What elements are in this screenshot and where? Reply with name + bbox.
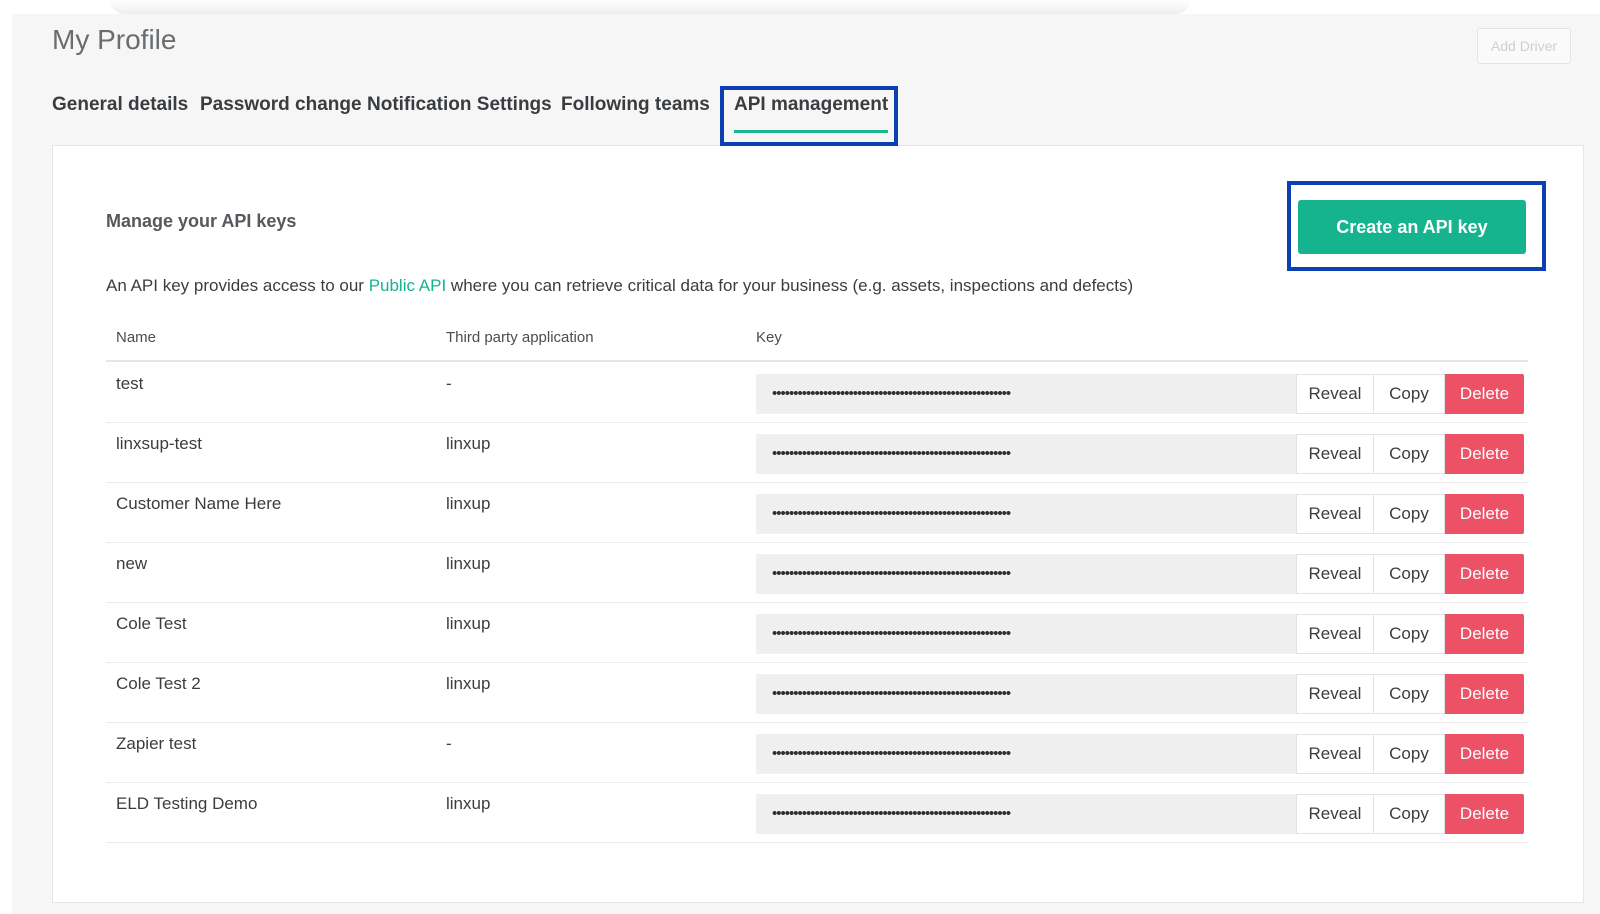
row-third-party-app: - (446, 374, 452, 393)
table-row: Cole Test 2 linxup •••••••••••••••••••••••… (106, 662, 1528, 723)
copy-button[interactable]: Copy (1373, 374, 1445, 414)
delete-button[interactable]: Delete (1445, 734, 1524, 774)
copy-button[interactable]: Copy (1373, 434, 1445, 474)
row-third-party-app: linxup (446, 554, 491, 573)
table-row: new linxup •••••••••••••••••••••••••••••••… (106, 542, 1528, 603)
delete-button[interactable]: Delete (1445, 374, 1524, 414)
page-title: My Profile (52, 24, 177, 55)
tab-notification-settings[interactable]: Notification Settings (367, 94, 552, 116)
row-third-party-app: linxup (446, 674, 491, 693)
table-row: linxsup-test linxup ••••••••••••••••••••••… (106, 422, 1528, 483)
masked-key-field: ••••••••••••••••••••••••••••••••••••••••… (756, 674, 1296, 714)
row-name: Customer Name Here (116, 494, 282, 513)
row-name: linxsup-test (116, 434, 202, 453)
table-row: Customer Name Here linxup ••••••••••••••••… (106, 482, 1528, 543)
row-third-party-app: linxup (446, 614, 491, 633)
row-name: Cole Test (116, 614, 187, 633)
top-shadow (110, 0, 1190, 14)
public-api-link[interactable]: Public API (369, 276, 447, 295)
copy-button[interactable]: Copy (1373, 554, 1445, 594)
copy-button[interactable]: Copy (1373, 794, 1445, 834)
api-description: An API key provides access to our Public… (106, 276, 1133, 296)
tab-following-teams[interactable]: Following teams (561, 94, 710, 116)
description-suffix: where you can retrieve critical data for… (446, 276, 1134, 295)
row-third-party-app: linxup (446, 794, 491, 813)
row-name: Zapier test (116, 734, 197, 753)
reveal-button[interactable]: Reveal (1296, 794, 1374, 834)
tab-general-details[interactable]: General details (52, 94, 188, 116)
masked-key-field: ••••••••••••••••••••••••••••••••••••••••… (756, 494, 1296, 534)
copy-button[interactable]: Copy (1373, 494, 1445, 534)
highlight-box-tab (720, 86, 898, 146)
table-row: test - •••••••••••••••••••••••••••••••••••… (106, 362, 1528, 423)
row-third-party-app: linxup (446, 434, 491, 453)
row-name: test (116, 374, 144, 393)
column-header-name: Name (116, 329, 157, 346)
copy-button[interactable]: Copy (1373, 734, 1445, 774)
reveal-button[interactable]: Reveal (1296, 494, 1374, 534)
table-row: Zapier test - ••••••••••••••••••••••••••••… (106, 722, 1528, 783)
table-row: Cole Test linxup •••••••••••••••••••••••••… (106, 602, 1528, 663)
tab-password-change[interactable]: Password change (200, 94, 362, 116)
masked-key-field: ••••••••••••••••••••••••••••••••••••••••… (756, 614, 1296, 654)
column-header-third-party: Third party application (446, 329, 594, 346)
copy-button[interactable]: Copy (1373, 674, 1445, 714)
add-driver-button[interactable]: Add Driver (1477, 28, 1571, 64)
section-title: Manage your API keys (106, 211, 297, 231)
reveal-button[interactable]: Reveal (1296, 734, 1374, 774)
reveal-button[interactable]: Reveal (1296, 554, 1374, 594)
delete-button[interactable]: Delete (1445, 614, 1524, 654)
highlight-box-create-button (1287, 181, 1546, 271)
masked-key-field: ••••••••••••••••••••••••••••••••••••••••… (756, 434, 1296, 474)
delete-button[interactable]: Delete (1445, 554, 1524, 594)
row-name: Cole Test 2 (116, 674, 201, 693)
reveal-button[interactable]: Reveal (1296, 674, 1374, 714)
delete-button[interactable]: Delete (1445, 494, 1524, 534)
column-header-key: Key (756, 329, 782, 346)
table-row: ELD Testing Demo linxup ••••••••••••••••••… (106, 782, 1528, 843)
delete-button[interactable]: Delete (1445, 434, 1524, 474)
reveal-button[interactable]: Reveal (1296, 614, 1374, 654)
row-name: new (116, 554, 148, 573)
delete-button[interactable]: Delete (1445, 794, 1524, 834)
masked-key-field: ••••••••••••••••••••••••••••••••••••••••… (756, 374, 1296, 414)
masked-key-field: ••••••••••••••••••••••••••••••••••••••••… (756, 734, 1296, 774)
row-third-party-app: - (446, 734, 452, 753)
reveal-button[interactable]: Reveal (1296, 374, 1374, 414)
delete-button[interactable]: Delete (1445, 674, 1524, 714)
row-name: ELD Testing Demo (116, 794, 258, 813)
masked-key-field: ••••••••••••••••••••••••••••••••••••••••… (756, 554, 1296, 594)
reveal-button[interactable]: Reveal (1296, 434, 1374, 474)
row-third-party-app: linxup (446, 494, 491, 513)
masked-key-field: ••••••••••••••••••••••••••••••••••••••••… (756, 794, 1296, 834)
copy-button[interactable]: Copy (1373, 614, 1445, 654)
description-prefix: An API key provides access to our (106, 276, 369, 295)
